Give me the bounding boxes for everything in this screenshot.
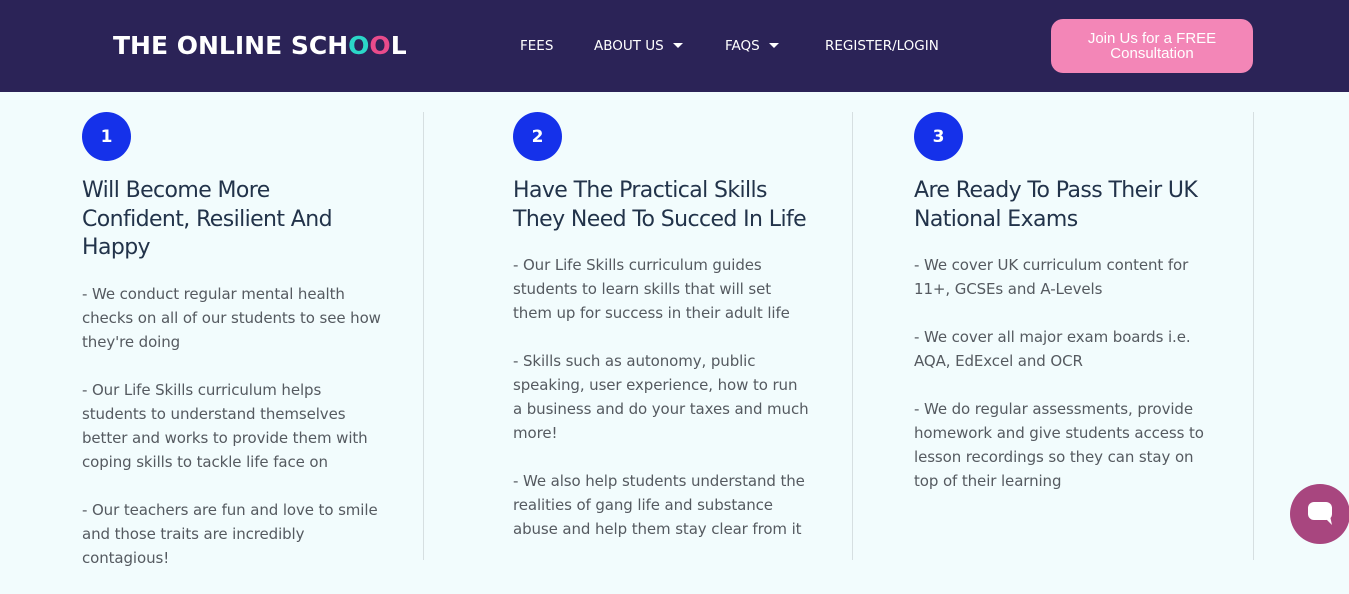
benefit-point: - Our Life Skills curriculum helps stude… <box>82 380 368 471</box>
site-logo[interactable]: THE ONLINE SCHOOL <box>113 30 407 62</box>
benefit-point: - We cover all major exam boards i.e. AQ… <box>914 328 1191 370</box>
column-divider <box>423 112 424 560</box>
benefit-column-3: 3 Are Ready To Pass Their UK National Ex… <box>914 112 1204 517</box>
caret-down-icon <box>768 42 779 48</box>
benefit-points: - We conduct regular mental health check… <box>82 282 382 570</box>
nav-fees[interactable]: FEES <box>520 36 553 56</box>
nav-faqs[interactable]: FAQS <box>725 36 779 56</box>
benefit-title: Are Ready To Pass Their UK National Exam… <box>914 178 1198 232</box>
logo-o-pink: O <box>369 31 391 60</box>
nav-fees-label: FEES <box>520 38 554 54</box>
benefit-point: - We conduct regular mental health check… <box>82 284 381 351</box>
column-divider <box>852 112 853 560</box>
benefit-title: Will Become More Confident, Resilient An… <box>82 178 333 260</box>
nav-register-login[interactable]: REGISTER/LOGIN <box>825 36 939 56</box>
nav-faqs-label: FAQS <box>725 38 760 54</box>
free-consultation-button[interactable]: Join Us for a FREE Consultation <box>1051 19 1253 73</box>
logo-text: THE ONLINE SCH <box>113 31 349 60</box>
site-header: THE ONLINE SCHOOL FEES ABOUT US FAQS REG… <box>0 0 1349 92</box>
benefit-column-1: 1 Will Become More Confident, Resilient … <box>82 112 382 594</box>
chat-widget-button[interactable] <box>1290 484 1349 544</box>
step-number-badge: 2 <box>513 112 562 161</box>
benefit-point: - Our teachers are fun and love to smile… <box>82 500 378 567</box>
step-number-badge: 3 <box>914 112 963 161</box>
cta-label: Join Us for a FREE Consultation <box>1087 30 1217 62</box>
column-divider <box>1253 112 1254 560</box>
benefit-point: - We also help students understand the r… <box>513 472 805 538</box>
nav-about-label: ABOUT US <box>594 38 664 54</box>
caret-down-icon <box>672 42 683 48</box>
step-number-badge: 1 <box>82 112 131 161</box>
logo-text-end: L <box>390 31 407 60</box>
nav-register-label: REGISTER/LOGIN <box>825 38 939 54</box>
benefit-title: Have The Practical Skills They Need To S… <box>513 178 807 232</box>
chat-bubble-icon <box>1308 502 1332 525</box>
benefit-column-2: 2 Have The Practical Skills They Need To… <box>513 112 809 565</box>
benefit-point: - We do regular assessments, provide hom… <box>914 400 1204 490</box>
benefit-point: - Our Life Skills curriculum guides stud… <box>513 256 790 322</box>
benefit-points: - Our Life Skills curriculum guides stud… <box>513 253 809 541</box>
logo-o-teal: O <box>348 31 370 60</box>
nav-about-us[interactable]: ABOUT US <box>594 36 683 56</box>
benefit-point: - Skills such as autonomy, public speaki… <box>513 352 809 442</box>
benefit-points: - We cover UK curriculum content for 11+… <box>914 253 1204 493</box>
benefit-point: - We cover UK curriculum content for 11+… <box>914 256 1189 298</box>
